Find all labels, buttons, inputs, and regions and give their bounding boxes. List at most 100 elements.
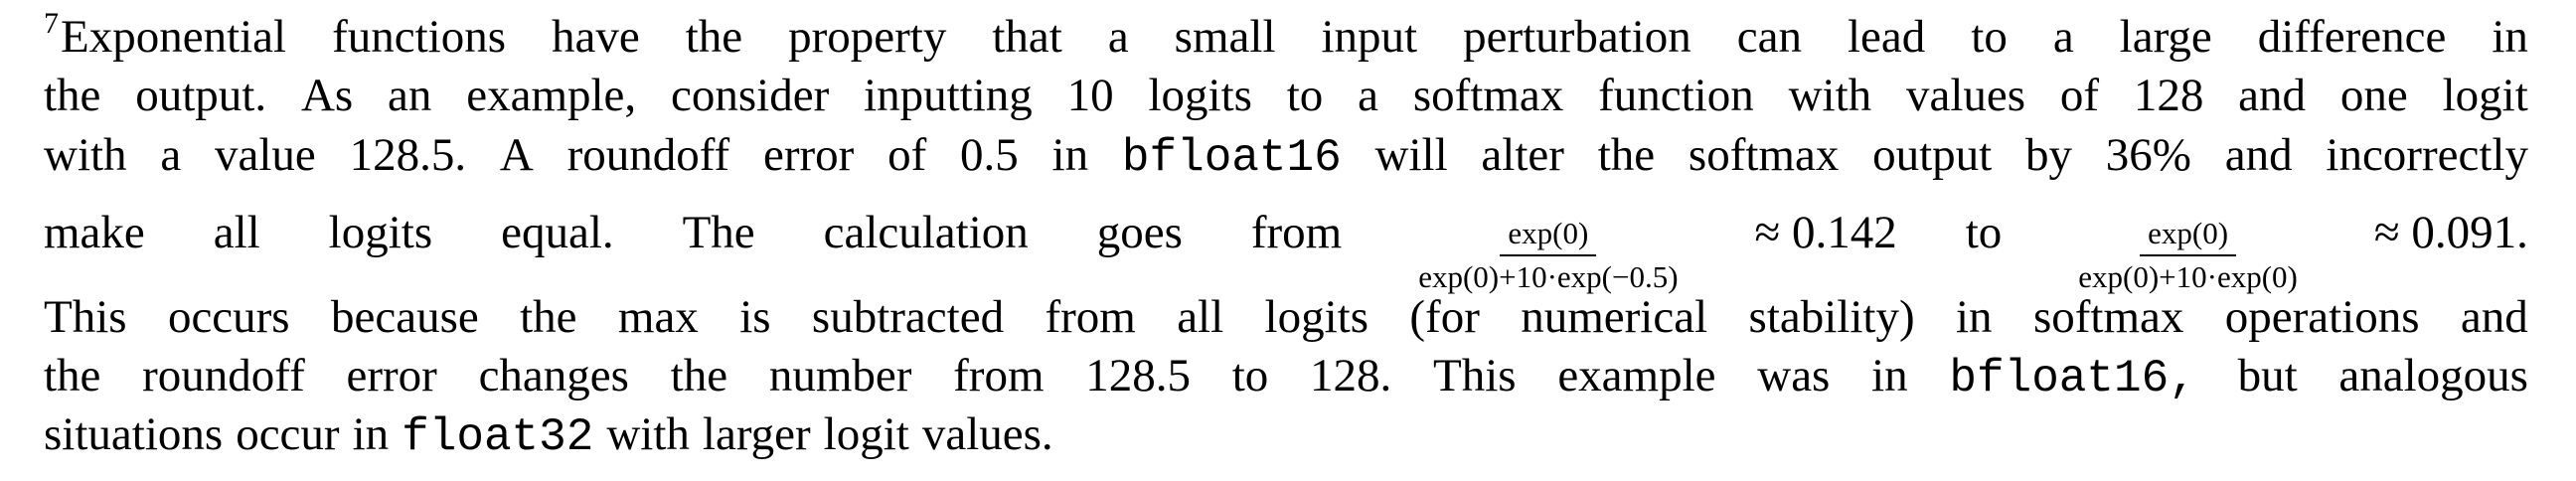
word: situations bbox=[44, 408, 224, 460]
word: to bbox=[1231, 350, 1269, 401]
word: incorrectly bbox=[2326, 129, 2528, 181]
footnote-line-4: make all logits equal. The calculation g… bbox=[44, 204, 2528, 294]
code-float32: float32 bbox=[402, 411, 594, 463]
word: logits bbox=[328, 207, 433, 258]
word: goes bbox=[1096, 207, 1183, 258]
word: the bbox=[685, 11, 743, 63]
word: input bbox=[1321, 11, 1418, 63]
word: that bbox=[992, 11, 1062, 63]
word: to bbox=[1286, 70, 1324, 121]
word: difference bbox=[2257, 11, 2447, 63]
word: roundoff bbox=[566, 129, 730, 181]
word: 0.5 bbox=[960, 129, 1019, 181]
word: with bbox=[606, 408, 690, 460]
word: operations bbox=[2224, 291, 2420, 343]
footnote-line-1: 7 Exponential functions have the propert… bbox=[44, 7, 2528, 66]
footnote-line-5: This occurs because the max is subtracte… bbox=[44, 288, 2528, 346]
word: all bbox=[213, 207, 260, 258]
word: analogous bbox=[2338, 350, 2528, 401]
word: This bbox=[1433, 350, 1517, 401]
word: large bbox=[2119, 11, 2212, 63]
word: in bbox=[1956, 291, 1993, 343]
footnote-line-2: the output. As an example, consider inpu… bbox=[44, 67, 2528, 124]
word: the bbox=[44, 70, 101, 121]
word: a bbox=[160, 129, 182, 181]
word: the bbox=[44, 350, 101, 401]
word: one bbox=[2339, 70, 2408, 121]
word: make bbox=[44, 207, 145, 258]
word: values. bbox=[921, 408, 1053, 460]
word: output. bbox=[135, 70, 267, 121]
word: logit bbox=[823, 408, 909, 460]
word: have bbox=[552, 11, 640, 63]
word: value bbox=[215, 129, 316, 181]
word: property bbox=[788, 11, 947, 63]
word: a bbox=[2052, 11, 2074, 63]
word: will bbox=[1374, 129, 1448, 181]
footnote-line-3: with a value 128.5. A roundoff error of … bbox=[44, 126, 2528, 184]
word: an bbox=[388, 70, 432, 121]
word: output bbox=[1872, 129, 1993, 181]
word: because bbox=[330, 291, 479, 343]
word: values bbox=[1905, 70, 2026, 121]
footnote-marker: 7 bbox=[44, 7, 59, 40]
word: logits bbox=[1264, 291, 1369, 343]
word: alter bbox=[1481, 129, 1564, 181]
word: 128.5. bbox=[349, 129, 467, 181]
word: number bbox=[768, 350, 912, 401]
word: A bbox=[499, 129, 534, 181]
word: occur bbox=[236, 408, 340, 460]
word: example, bbox=[466, 70, 637, 121]
word: error bbox=[346, 350, 437, 401]
word: and bbox=[2224, 129, 2293, 181]
word: the bbox=[670, 350, 728, 401]
word: to bbox=[1965, 207, 2003, 258]
approx-value: ≈ 0.091. bbox=[2373, 207, 2528, 258]
word: in bbox=[1871, 350, 1908, 401]
word: roundoff bbox=[142, 350, 305, 401]
word: by bbox=[2025, 129, 2073, 181]
fraction-numerator: exp(0) bbox=[1500, 216, 1597, 256]
word: calculation bbox=[823, 207, 1029, 258]
word: and bbox=[2238, 70, 2307, 121]
approx-value: ≈ 0.142 bbox=[1754, 207, 1897, 258]
word: and bbox=[2460, 291, 2528, 343]
word: all bbox=[1177, 291, 1224, 343]
word: logit bbox=[2442, 70, 2528, 121]
word: 10 bbox=[1066, 70, 1114, 121]
word: from bbox=[1045, 291, 1136, 343]
word: a bbox=[1107, 11, 1129, 63]
word: with bbox=[1788, 70, 1872, 121]
word: max bbox=[617, 291, 699, 343]
word: 128.5 bbox=[1085, 350, 1191, 401]
fraction-numerator: exp(0) bbox=[2140, 216, 2237, 256]
word: of bbox=[2059, 70, 2100, 121]
word: but bbox=[2237, 350, 2298, 401]
word: with bbox=[44, 129, 127, 181]
fraction-softmax-after: exp(0) exp(0)+10·exp(0) bbox=[2070, 216, 2306, 295]
code-bfloat16: bfloat16, bbox=[1949, 353, 2196, 404]
word: of bbox=[887, 129, 927, 181]
fraction-softmax-before: exp(0) exp(0)+10·exp(−0.5) bbox=[1410, 216, 1686, 295]
word: in bbox=[2492, 11, 2528, 63]
word: logits bbox=[1148, 70, 1252, 121]
word: lead bbox=[1848, 11, 1926, 63]
word: example bbox=[1557, 350, 1716, 401]
word: in bbox=[1051, 129, 1089, 181]
footnote-line-6: the roundoff error changes the number fr… bbox=[44, 347, 2528, 404]
word: perturbation bbox=[1463, 11, 1691, 63]
word: subtracted bbox=[811, 291, 1005, 343]
word: (for bbox=[1409, 291, 1480, 343]
word: softmax bbox=[1412, 70, 1564, 121]
word: the bbox=[520, 291, 577, 343]
word: inputting bbox=[864, 70, 1033, 121]
word: in bbox=[352, 408, 390, 460]
footnote-line-7: situations occur in float32 with larger … bbox=[44, 405, 2528, 463]
word: consider bbox=[671, 70, 830, 121]
word: a bbox=[1358, 70, 1379, 121]
word: is bbox=[739, 291, 771, 343]
word: Exponential bbox=[61, 11, 287, 63]
word: changes bbox=[478, 350, 629, 401]
word: functions bbox=[332, 11, 507, 63]
word: function bbox=[1598, 70, 1754, 121]
